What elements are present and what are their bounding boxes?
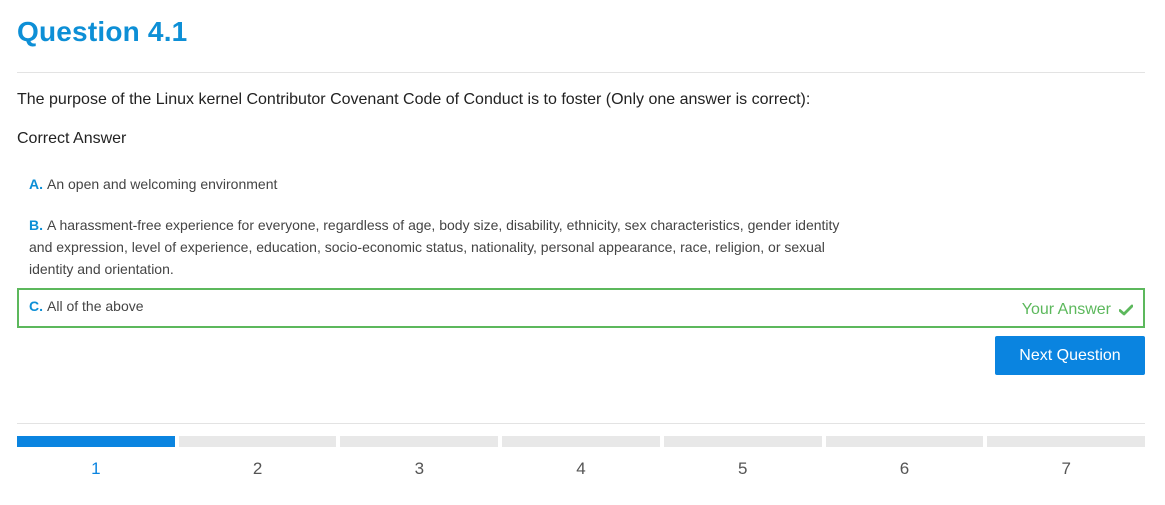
check-icon: [1119, 304, 1133, 316]
step-number: 3: [414, 459, 425, 478]
your-answer-label: Your Answer: [1021, 301, 1111, 318]
option-text: A harassment-free experience for everyon…: [29, 217, 840, 277]
progress-bar-segment: [17, 436, 175, 447]
step-number: 6: [899, 459, 910, 478]
progress-bar-segment: [502, 436, 660, 447]
step-number: 1: [91, 459, 101, 478]
option-b: B. A harassment-free experience for every…: [29, 214, 859, 280]
progress-step-6[interactable]: 6: [825, 436, 984, 479]
question-progress: 1 2 3 4 5 6 7: [17, 436, 1146, 479]
progress-step-4[interactable]: 4: [502, 436, 660, 479]
divider: [17, 423, 1145, 424]
step-number: 4: [576, 459, 586, 478]
step-number: 5: [738, 459, 748, 478]
progress-step-7[interactable]: 7: [987, 436, 1146, 479]
progress-bar-segment: [663, 436, 822, 447]
option-letter: A.: [29, 176, 43, 192]
progress-step-5[interactable]: 5: [663, 436, 822, 479]
option-letter: B.: [29, 217, 43, 233]
page-title: Question 4.1: [17, 16, 188, 47]
correct-answer-label: Correct Answer: [17, 130, 127, 147]
step-number: 2: [252, 459, 263, 478]
your-answer-indicator: Your Answer: [1022, 300, 1133, 320]
option-a: A. An open and welcoming environment: [29, 174, 277, 194]
progress-step-3[interactable]: 3: [340, 436, 499, 479]
progress-bar-segment: [987, 436, 1146, 447]
option-text: An open and welcoming environment: [47, 176, 278, 192]
option-letter: C.: [29, 298, 43, 314]
option-text: All of the above: [47, 298, 144, 314]
question-text: The purpose of the Linux kernel Contribu…: [17, 91, 811, 108]
progress-step-2[interactable]: 2: [178, 436, 337, 479]
next-question-button[interactable]: Next Question: [995, 336, 1145, 375]
progress-bar-segment: [178, 436, 337, 447]
option-c-content: C. All of the above: [29, 296, 144, 316]
quiz-page: Question 4.1 The purpose of the Linux ke…: [0, 0, 1165, 505]
progress-bar-segment: [340, 436, 499, 447]
progress-step-1[interactable]: 1: [17, 436, 175, 479]
step-number: 7: [1061, 459, 1071, 478]
progress-bar-segment: [825, 436, 984, 447]
option-c-selected: C. All of the above Your Answer: [17, 288, 1145, 328]
divider: [17, 72, 1145, 73]
